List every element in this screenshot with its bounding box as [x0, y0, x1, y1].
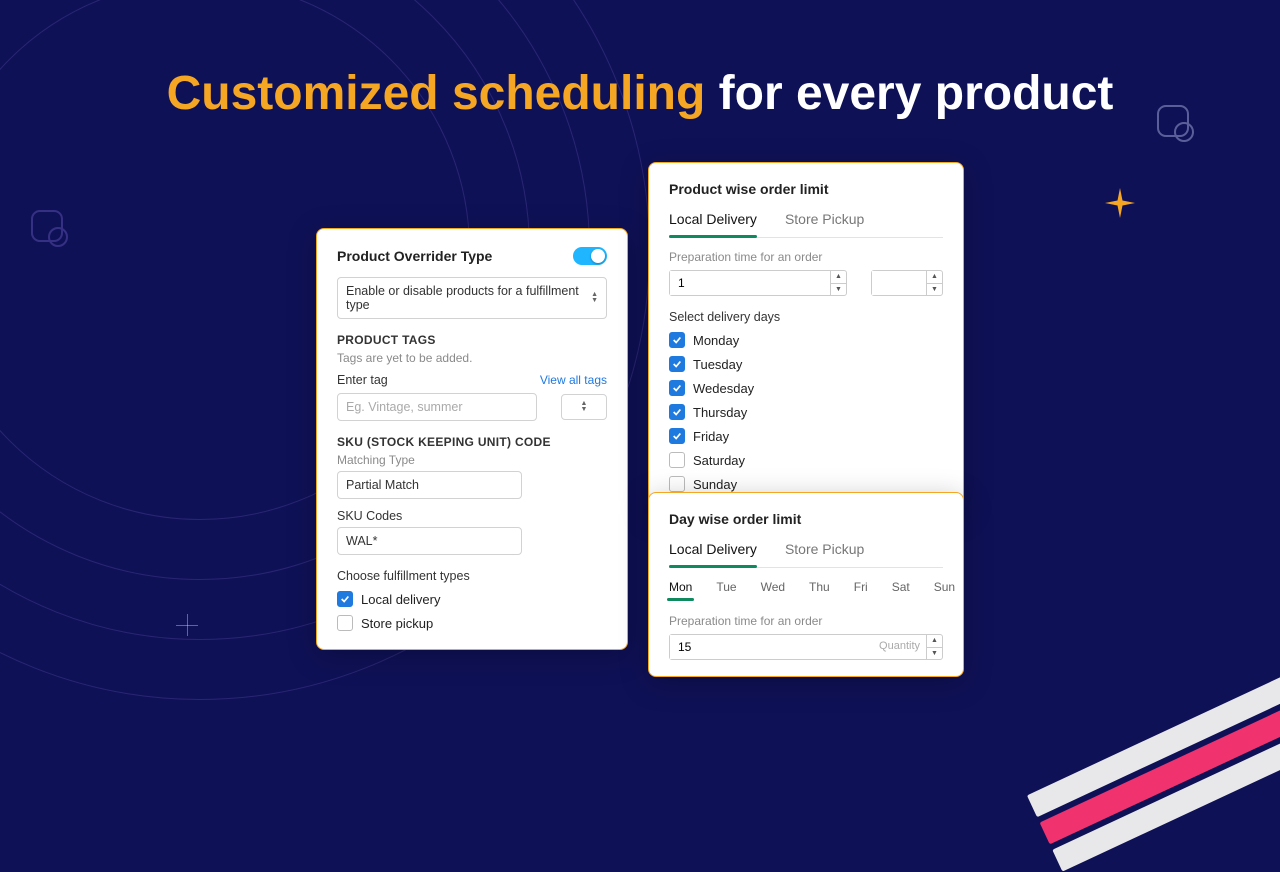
tag-select[interactable]: ▲▼: [561, 394, 607, 420]
day-label: Thursday: [693, 405, 747, 420]
quantity-suffix: Quantity: [879, 640, 920, 652]
tab-store-pickup[interactable]: Store Pickup: [785, 205, 864, 237]
select-days-label: Select delivery days: [669, 310, 943, 324]
local-delivery-label: Local delivery: [361, 592, 441, 607]
fulfillment-label: Choose fulfillment types: [337, 569, 607, 583]
day-order-limit-card: Day wise order limit Local Delivery Stor…: [648, 492, 964, 677]
day-tab[interactable]: Sat: [892, 580, 910, 600]
day-checkbox[interactable]: [669, 476, 685, 492]
day-tab[interactable]: Sun: [934, 580, 955, 600]
stepper-icon[interactable]: ▲▼: [926, 635, 942, 659]
day-row: Thursday: [669, 404, 943, 420]
prep-time-label: Preparation time for an order: [669, 250, 943, 264]
tabs: Local Delivery Store Pickup: [669, 535, 943, 568]
day-checkbox[interactable]: [669, 380, 685, 396]
day-label: Friday: [693, 429, 729, 444]
local-delivery-checkbox[interactable]: [337, 591, 353, 607]
hero-rest: for every product: [705, 67, 1113, 120]
day-tab[interactable]: Tue: [716, 580, 736, 600]
stepper-icon[interactable]: ▲▼: [830, 271, 846, 295]
prep-time-unit[interactable]: [872, 271, 926, 295]
prep-time-label: Preparation time for an order: [669, 614, 943, 628]
day-label: Monday: [693, 333, 739, 348]
store-pickup-checkbox[interactable]: [337, 615, 353, 631]
day-tab[interactable]: Mon: [669, 580, 692, 600]
day-row: Friday: [669, 428, 943, 444]
day-checkbox[interactable]: [669, 452, 685, 468]
prep-time-value[interactable]: [670, 271, 830, 295]
sku-codes-label: SKU Codes: [337, 509, 607, 523]
quantity-input[interactable]: Quantity ▲▼: [669, 634, 943, 660]
day-label: Tuesday: [693, 357, 742, 372]
updown-icon: ▲▼: [591, 292, 598, 304]
product-overrider-card: Product Overrider Type Enable or disable…: [316, 228, 628, 650]
product-order-limit-card: Product wise order limit Local Delivery …: [648, 162, 964, 511]
day-checkbox[interactable]: [669, 428, 685, 444]
day-checkbox[interactable]: [669, 404, 685, 420]
sku-heading: SKU (STOCK KEEPING UNIT) CODE: [337, 435, 607, 449]
spark-icon: [1105, 188, 1135, 218]
overrider-type-select[interactable]: Enable or disable products for a fulfill…: [337, 277, 607, 319]
tab-local-delivery[interactable]: Local Delivery: [669, 205, 757, 237]
days-list: Monday Tuesday Wedesday Thursday Friday Satur…: [669, 332, 943, 492]
select-value: Enable or disable products for a fulfill…: [346, 284, 591, 312]
hero-accent: Customized scheduling: [167, 67, 706, 120]
day-tabs: MonTueWedThuFriSatSun: [669, 580, 943, 600]
stepper-icon[interactable]: ▲▼: [926, 271, 942, 295]
crosshair-icon: [176, 614, 198, 636]
tag-input[interactable]: [337, 393, 537, 421]
day-label: Saturday: [693, 453, 745, 468]
card-title: Product Overrider Type: [337, 248, 492, 264]
matching-type-label: Matching Type: [337, 453, 607, 467]
tags-note: Tags are yet to be added.: [337, 351, 607, 365]
sticker-icon: [26, 205, 74, 253]
tab-store-pickup[interactable]: Store Pickup: [785, 535, 864, 567]
day-row: Tuesday: [669, 356, 943, 372]
day-tab[interactable]: Wed: [761, 580, 785, 600]
tabs: Local Delivery Store Pickup: [669, 205, 943, 238]
prep-time-input[interactable]: ▲▼: [669, 270, 847, 296]
day-checkbox[interactable]: [669, 356, 685, 372]
updown-icon: ▲▼: [581, 401, 588, 413]
sku-codes-input[interactable]: [337, 527, 522, 555]
day-checkbox[interactable]: [669, 332, 685, 348]
day-label: Wedesday: [693, 381, 754, 396]
day-row: Wedesday: [669, 380, 943, 396]
prep-time-unit-select[interactable]: ▲▼: [871, 270, 943, 296]
day-tab[interactable]: Fri: [854, 580, 868, 600]
enter-tag-label: Enter tag: [337, 373, 388, 387]
day-row: Saturday: [669, 452, 943, 468]
day-label: Sunday: [693, 477, 737, 492]
hero-heading: Customized scheduling for every product: [0, 66, 1280, 121]
day-row: Sunday: [669, 476, 943, 492]
day-row: Monday: [669, 332, 943, 348]
day-tab[interactable]: Thu: [809, 580, 830, 600]
card-title: Product wise order limit: [669, 181, 943, 197]
store-pickup-label: Store pickup: [361, 616, 433, 631]
card-title: Day wise order limit: [669, 511, 943, 527]
enable-toggle[interactable]: [573, 247, 607, 265]
product-tags-heading: PRODUCT TAGS: [337, 333, 607, 347]
matching-type-input[interactable]: [337, 471, 522, 499]
tab-local-delivery[interactable]: Local Delivery: [669, 535, 757, 567]
corner-stripes: [969, 528, 1280, 871]
view-all-tags-link[interactable]: View all tags: [540, 373, 607, 387]
